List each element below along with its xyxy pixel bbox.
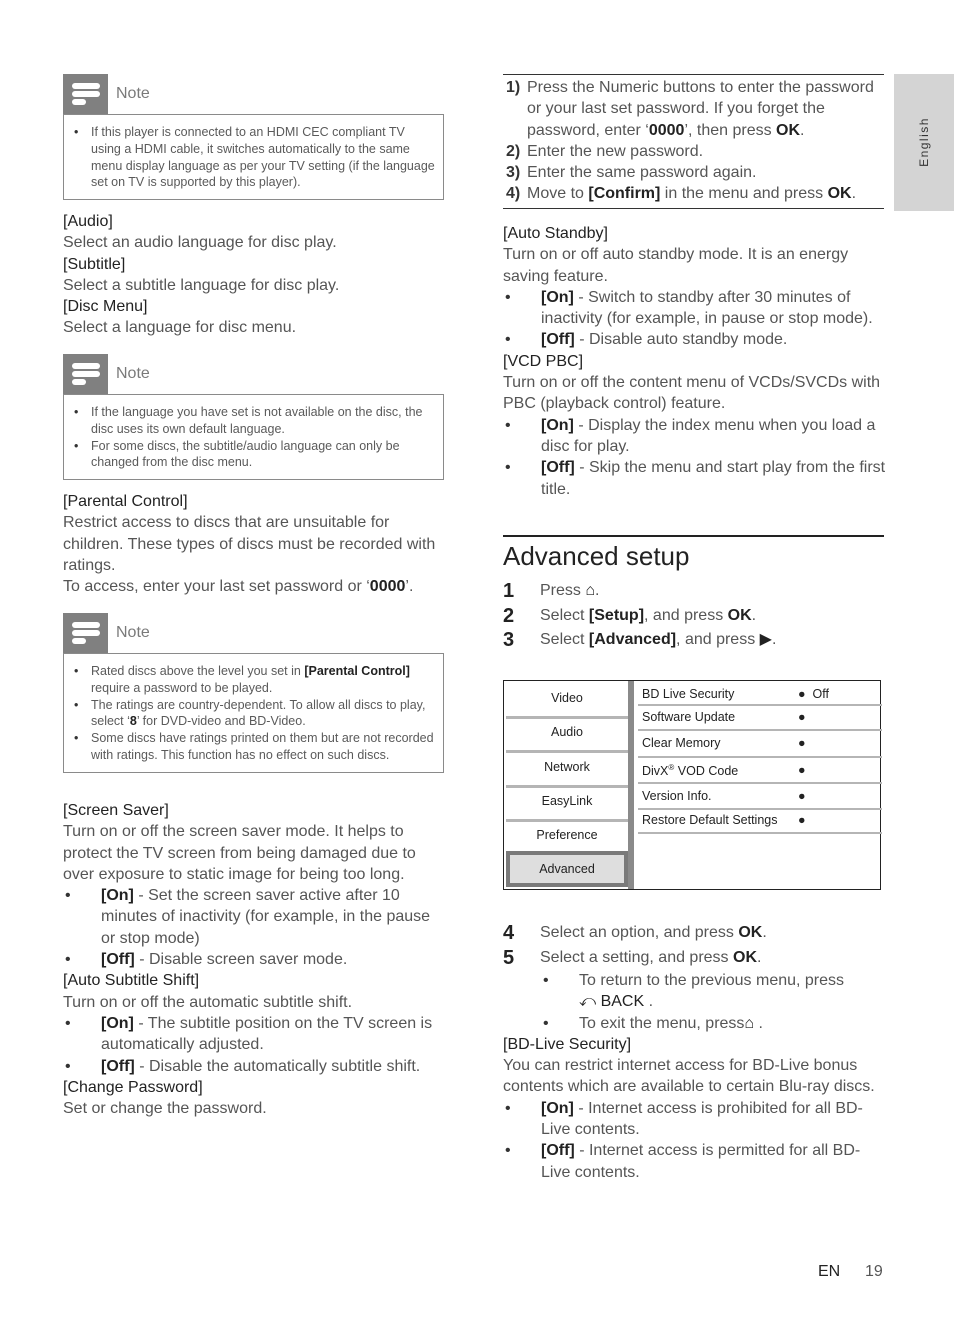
option-clear-memory[interactable]: Clear Memory ●: [642, 736, 882, 750]
page-number: 19: [865, 1263, 883, 1280]
note-item: Rated discs above the level you set in […: [72, 663, 435, 697]
back-icon: ⤺: [579, 993, 597, 1011]
parental-title: [Parental Control]: [63, 493, 188, 510]
default-password: 0000: [369, 578, 406, 596]
menu-tab-network[interactable]: Network: [506, 760, 628, 774]
note-item: Some discs have ratings printed on them …: [72, 730, 435, 764]
parental-control-section: [Parental Control] Restrict access to di…: [63, 491, 448, 597]
password-step: 1) Press the Numeric buttons to enter the…: [506, 79, 874, 139]
disc-menu-desc: Select a language for disc menu.: [63, 319, 297, 337]
auto-standby-on: • [On] - Switch to standby after 30 minut…: [505, 288, 873, 328]
auto-subtitle-off: • [Off] - Disable the automatically subti…: [65, 1057, 421, 1075]
menu-tab-audio[interactable]: Audio: [506, 725, 628, 739]
footer-language: EN: [818, 1263, 841, 1280]
note-item: If the language you have set is not avai…: [72, 404, 435, 438]
language-side-tab: English: [894, 74, 954, 211]
note-label: Note: [116, 85, 150, 102]
vcd-pbc-desc: Turn on or off the content menu of VCDs/…: [503, 374, 881, 413]
advanced-setup-section: Advanced setup 1 Press ⌂. 2 Select [Setup]…: [503, 535, 884, 653]
option-divx-vod-code[interactable]: DivX® VOD Code ●: [642, 763, 882, 778]
home-icon: ⌂: [744, 1014, 755, 1032]
subtitle-desc: Select a subtitle language for disc play…: [63, 276, 340, 294]
note-label: Note: [116, 624, 150, 641]
option-bd-live-security[interactable]: BD Live Security ● Off: [642, 687, 882, 701]
steps-4-5: 4 Select an option, and press OK. 5 Select…: [503, 921, 888, 1183]
step-4: 4 Select an option, and press OK.: [503, 922, 767, 944]
menu-tab-advanced[interactable]: Advanced: [506, 851, 628, 887]
menu-tabs: Video Audio Network EasyLink Preference …: [504, 681, 634, 889]
bd-live-desc: You can restrict internet access for BD-…: [503, 1057, 875, 1096]
vcd-pbc-title: [VCD PBC]: [503, 352, 584, 370]
section-title: Advanced setup: [503, 541, 690, 571]
access-text-end: ’.: [405, 578, 414, 596]
password-step: 4) Move to [Confirm] in the menu and pres…: [506, 185, 857, 203]
audio-desc: Select an audio language for disc play.: [63, 234, 337, 252]
note-icon: [63, 354, 108, 394]
change-password-title: [Change Password]: [63, 1078, 203, 1096]
home-icon: ⌂: [585, 582, 596, 599]
auto-subtitle-desc: Turn on or off the automatic subtitle sh…: [63, 993, 353, 1011]
note-icon: [63, 74, 108, 114]
vcd-pbc-off: • [Off] - Skip the menu and start play fr…: [505, 459, 886, 498]
parental-desc: Restrict access to discs that are unsuit…: [63, 514, 436, 574]
password-step: 2) Enter the new password.: [506, 142, 704, 160]
note-box-hdmi: Note If this player is connected to an H…: [63, 74, 444, 201]
language-settings: [Audio] Select an audio language for dis…: [63, 211, 448, 339]
screen-saver-title: [Screen Saver]: [63, 802, 169, 819]
auto-subtitle-title: [Auto Subtitle Shift]: [63, 972, 200, 990]
side-tab-label: English: [917, 117, 931, 167]
bd-live-on: • [On] - Internet access is prohibited fo…: [505, 1099, 863, 1139]
note-label: Note: [116, 365, 150, 382]
right-arrow-icon: ▶: [759, 631, 772, 648]
menu-tab-easylink[interactable]: EasyLink: [506, 794, 628, 808]
disc-menu-title: [Disc Menu]: [63, 298, 148, 316]
menu-tab-video[interactable]: Video: [506, 691, 628, 705]
screen-saver-section: [Screen Saver] Turn on or off the screen…: [63, 800, 448, 1119]
step-2: 2 Select [Setup], and press OK.: [503, 604, 757, 627]
option-restore-default[interactable]: Restore Default Settings ●: [642, 813, 882, 827]
step-3: 3 Select [Advanced], and press ▶.: [503, 629, 777, 651]
exit-bullet: • To exit the menu, press⌂ .: [543, 1014, 763, 1032]
settings-menu: Video Audio Network EasyLink Preference …: [503, 680, 882, 890]
screen-saver-on: • [On] - Set the screen saver active afte…: [65, 887, 431, 947]
subtitle-title: [Subtitle]: [63, 255, 126, 273]
bd-live-title: [BD-Live Security]: [503, 1035, 632, 1053]
step-5: 5 Select a setting, and press OK.: [503, 946, 762, 969]
auto-standby-title: [Auto Standby]: [503, 225, 608, 242]
screen-saver-off: • [Off] - Disable screen saver mode.: [65, 951, 348, 969]
standby-pbc-section: [Auto Standby] Turn on or off auto stand…: [503, 223, 888, 500]
option-software-update[interactable]: Software Update ●: [642, 710, 882, 724]
note-item: For some discs, the subtitle/audio langu…: [72, 438, 435, 472]
note-box-language: Note If the language you have set is not…: [63, 354, 444, 481]
step-1: 1 Press ⌂.: [503, 580, 600, 602]
menu-options: BD Live Security ● Off Software Update ● C…: [634, 681, 882, 889]
note-item: If this player is connected to an HDMI C…: [72, 124, 435, 191]
password-step: 3) Enter the same password again.: [506, 164, 757, 182]
bd-live-off: • [Off] - Internet access is permitted fo…: [505, 1142, 861, 1181]
auto-subtitle-on: • [On] - The subtitle position on the TV …: [65, 1014, 433, 1054]
menu-tab-preference[interactable]: Preference: [506, 828, 628, 842]
parental-access: To access, enter your last set password …: [63, 576, 448, 597]
password-steps: 1) Press the Numeric buttons to enter the…: [503, 74, 884, 209]
audio-title: [Audio]: [63, 213, 113, 230]
change-password-desc: Set or change the password.: [63, 1100, 267, 1118]
option-version-info[interactable]: Version Info. ●: [642, 789, 882, 803]
note-icon: [63, 613, 108, 653]
return-bullet: • To return to the previous menu, press ⤺ …: [543, 972, 845, 1011]
access-text: To access, enter your last set password …: [63, 578, 370, 596]
note-item: The ratings are country-dependent. To al…: [72, 697, 435, 731]
auto-standby-off: • [Off] - Disable auto standby mode.: [505, 331, 788, 349]
screen-saver-desc: Turn on or off the screen saver mode. It…: [63, 823, 416, 883]
vcd-pbc-on: • [On] - Display the index menu when you …: [505, 416, 876, 455]
auto-standby-desc: Turn on or off auto standby mode. It is …: [503, 246, 849, 285]
note-box-ratings: Note Rated discs above the level you set…: [63, 613, 444, 773]
